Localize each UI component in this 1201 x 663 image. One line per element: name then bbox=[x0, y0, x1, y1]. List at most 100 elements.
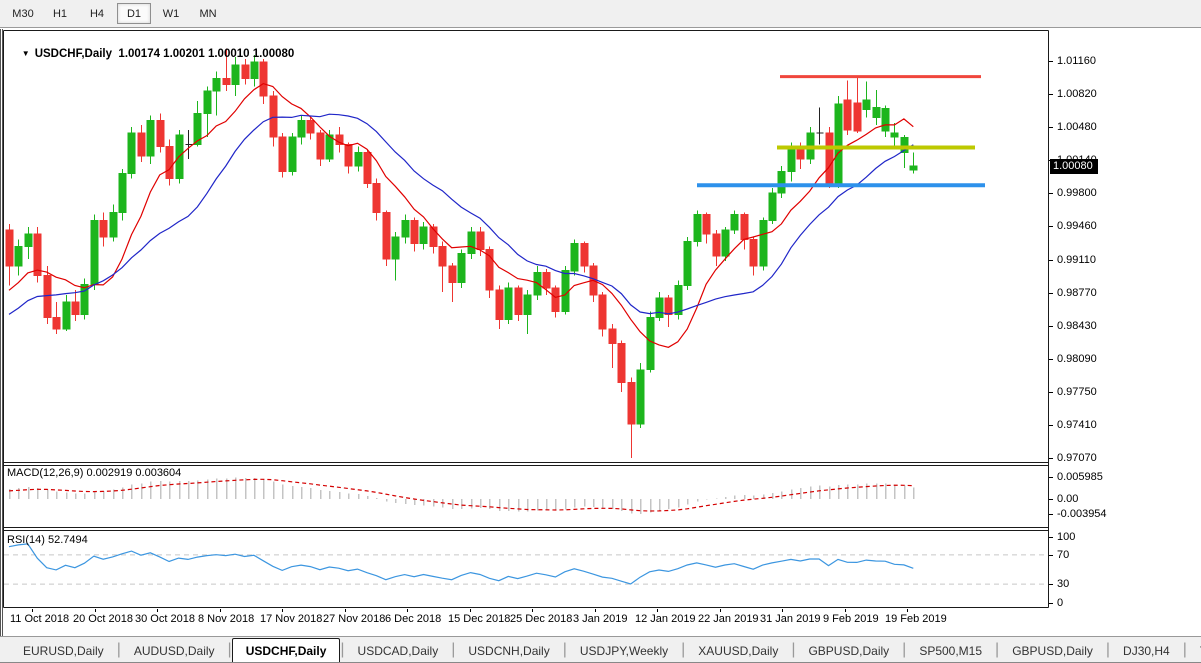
macd-indicator-label: MACD(12,26,9) 0.002919 0.003604 bbox=[7, 467, 181, 479]
date-label: 30 Oct 2018 bbox=[135, 613, 195, 625]
candle-body bbox=[449, 266, 456, 283]
candle bbox=[317, 130, 324, 166]
chart-title: ▼USDCHF,Daily 1.00174 1.00201 1.00010 1.… bbox=[9, 36, 294, 72]
date-tick bbox=[657, 609, 658, 612]
candle bbox=[505, 282, 512, 324]
rsi-axis-label: 70 bbox=[1057, 548, 1069, 562]
candle bbox=[439, 242, 446, 293]
tab-sp500-m15[interactable]: SP500,M15 bbox=[906, 640, 995, 662]
candle-body bbox=[100, 220, 107, 237]
candle bbox=[326, 130, 333, 162]
candle bbox=[157, 114, 164, 153]
candle bbox=[468, 227, 475, 259]
candle-body bbox=[34, 234, 41, 276]
chart-dropdown-icon[interactable]: ▼ bbox=[22, 49, 30, 58]
rsi-line bbox=[9, 544, 913, 584]
date-label: 31 Jan 2019 bbox=[760, 613, 821, 625]
chart-ohlc-values: 1.00174 1.00201 1.00010 1.00080 bbox=[118, 48, 294, 60]
price-axis-label-tick bbox=[1049, 392, 1053, 393]
date-axis[interactable]: 11 Oct 201820 Oct 201830 Oct 20188 Nov 2… bbox=[6, 610, 1052, 634]
macd-axis-label-tick bbox=[1049, 477, 1053, 478]
timeframe-button-h1[interactable]: H1 bbox=[43, 3, 77, 24]
candle bbox=[741, 213, 748, 250]
candle bbox=[355, 147, 362, 172]
date-tick bbox=[157, 609, 158, 612]
tab-usdcad-daily[interactable]: USDCAD,Daily bbox=[345, 640, 452, 662]
price-axis-label-tick bbox=[1049, 359, 1053, 360]
date-label: 25 Dec 2018 bbox=[510, 613, 572, 625]
date-tick bbox=[470, 609, 471, 612]
tab-usdjpy-weekly[interactable]: USDJPY,Weekly bbox=[567, 640, 681, 662]
rsi-axis-label-tick bbox=[1049, 603, 1053, 604]
tab-xauusd-daily[interactable]: XAUUSD,Daily bbox=[685, 640, 791, 662]
tab-dj30-h4[interactable]: DJ30,H4 bbox=[1110, 640, 1183, 662]
candle bbox=[778, 166, 785, 198]
candle-body bbox=[882, 109, 889, 131]
date-label: 22 Jan 2019 bbox=[698, 613, 759, 625]
tab-usdchf-daily[interactable]: USDCHF,Daily bbox=[232, 638, 341, 662]
candle bbox=[128, 127, 135, 178]
candle-body bbox=[72, 302, 79, 315]
candle bbox=[817, 108, 824, 145]
tab-usdcnh-daily[interactable]: USDCNH,Daily bbox=[455, 640, 562, 662]
candle-body bbox=[392, 237, 399, 259]
candle bbox=[81, 279, 88, 320]
timeframe-button-mn[interactable]: MN bbox=[191, 3, 225, 24]
date-tick bbox=[720, 609, 721, 612]
candle bbox=[147, 115, 154, 164]
candle bbox=[34, 227, 41, 282]
tab-gbpusd-daily[interactable]: GBPUSD,Daily bbox=[795, 640, 902, 662]
timeframe-button-d1[interactable]: D1 bbox=[117, 3, 151, 24]
rsi-axis-label: 0 bbox=[1057, 596, 1063, 610]
candle-body bbox=[628, 382, 635, 424]
candle bbox=[392, 232, 399, 281]
candle bbox=[213, 72, 220, 116]
candle bbox=[458, 249, 465, 288]
candle bbox=[72, 290, 79, 321]
candle-body bbox=[665, 298, 672, 315]
current-price-tag: 1.00080 bbox=[1050, 159, 1098, 174]
rsi-axis-label-tick bbox=[1049, 584, 1053, 585]
tab-tech100[interactable]: TECH100, bbox=[1187, 640, 1201, 662]
price-axis-label: 1.01160 bbox=[1057, 54, 1096, 68]
candle-body bbox=[6, 230, 13, 266]
candle bbox=[279, 133, 286, 178]
price-axis-label-tick bbox=[1049, 193, 1053, 194]
candle-body bbox=[515, 288, 522, 314]
date-tick bbox=[95, 609, 96, 612]
candle bbox=[63, 295, 70, 331]
candle bbox=[731, 211, 738, 234]
candle bbox=[402, 214, 409, 243]
tab-gbpusd-daily[interactable]: GBPUSD,Daily bbox=[999, 640, 1106, 662]
candle-body bbox=[270, 96, 277, 137]
candle-body bbox=[383, 213, 390, 260]
candle bbox=[882, 106, 889, 137]
price-chart-canvas[interactable] bbox=[3, 30, 1049, 610]
date-label: 19 Feb 2019 bbox=[885, 613, 947, 625]
candle-body bbox=[571, 244, 578, 271]
date-label: 6 Dec 2018 bbox=[385, 613, 441, 625]
candle bbox=[166, 140, 173, 186]
tab-eurusd-daily[interactable]: EURUSD,Daily bbox=[10, 640, 117, 662]
candle bbox=[891, 123, 898, 148]
candle-body bbox=[826, 133, 833, 185]
date-tick bbox=[407, 609, 408, 612]
candle bbox=[750, 237, 757, 276]
tab-audusd-daily[interactable]: AUDUSD,Daily bbox=[121, 640, 228, 662]
candle-body bbox=[750, 240, 757, 266]
timeframe-button-m30[interactable]: M30 bbox=[6, 3, 40, 24]
candle bbox=[665, 295, 672, 327]
price-axis-label: 0.97750 bbox=[1057, 385, 1097, 399]
candle-body bbox=[468, 232, 475, 253]
candle bbox=[138, 125, 145, 162]
timeframe-button-w1[interactable]: W1 bbox=[154, 3, 188, 24]
price-axis[interactable]: 1.011601.008201.004801.001400.998000.994… bbox=[1049, 30, 1201, 610]
date-tick bbox=[595, 609, 596, 612]
date-label: 27 Nov 2018 bbox=[323, 613, 385, 625]
candle-body bbox=[656, 298, 663, 317]
timeframe-button-h4[interactable]: H4 bbox=[80, 3, 114, 24]
candle bbox=[713, 230, 720, 266]
candle bbox=[675, 280, 682, 319]
candle-body bbox=[741, 214, 748, 239]
candle-body bbox=[684, 242, 691, 286]
